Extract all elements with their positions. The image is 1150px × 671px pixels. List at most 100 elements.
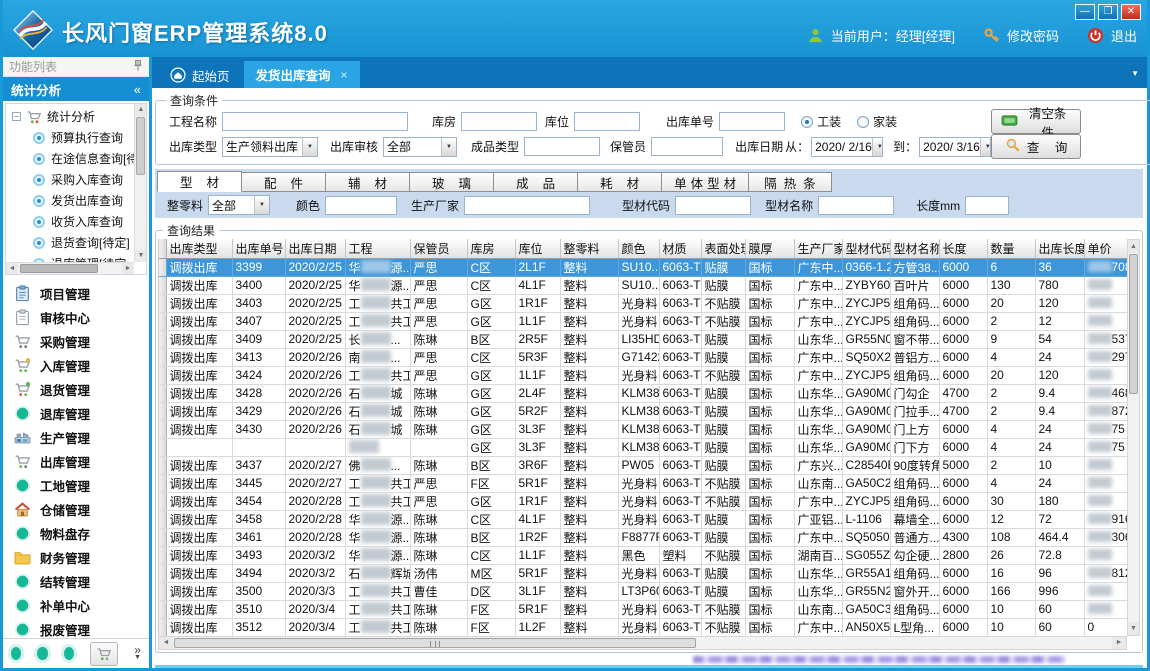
cell-出库类型[interactable]: 调拨出库: [166, 294, 232, 312]
cell-膜厚[interactable]: 国标: [745, 510, 794, 528]
cell-型材名称[interactable]: 组角码...: [890, 600, 939, 618]
cell-出库类型[interactable]: 调拨出库: [166, 456, 232, 474]
cell-工程[interactable]: 工共工程: [345, 312, 410, 330]
tab-shipping-outbound-query[interactable]: 发货出库查询 ×: [244, 61, 360, 88]
cell-出库类型[interactable]: 调拨出库: [166, 366, 232, 384]
cell-整零料[interactable]: 整料: [560, 600, 618, 618]
column-header-库位[interactable]: 库位: [515, 239, 560, 258]
whole-piece-select[interactable]: 全部 ▼: [208, 195, 270, 215]
cell-库房[interactable]: F区: [467, 618, 515, 636]
cell-库位[interactable]: 4L1F: [515, 276, 560, 294]
cell-表面处理[interactable]: 贴膜: [701, 258, 745, 276]
cell-单价[interactable]: [1084, 582, 1127, 600]
cell-生产厂家[interactable]: 山东南...: [794, 600, 842, 618]
cell-颜色[interactable]: F8877FT: [618, 528, 659, 546]
cell-库房[interactable]: C区: [467, 510, 515, 528]
cell-型材名称[interactable]: 门上方: [890, 420, 939, 438]
cell-库房[interactable]: C区: [467, 546, 515, 564]
cell-颜色[interactable]: KLM3817: [618, 384, 659, 402]
cell-膜厚[interactable]: 国标: [745, 546, 794, 564]
cell-整零料[interactable]: 整料: [560, 618, 618, 636]
cell-膜厚[interactable]: 国标: [745, 348, 794, 366]
cell-出库长度[interactable]: 9.4: [1035, 384, 1084, 402]
cell-出库日期[interactable]: 2020/2/25: [285, 258, 345, 276]
cell-工程[interactable]: 华源...: [345, 546, 410, 564]
sidebar-item-物料盘存[interactable]: 物料盘存: [3, 521, 149, 545]
cell-出库单号[interactable]: 3399: [232, 258, 285, 276]
cell-整零料[interactable]: 整料: [560, 492, 618, 510]
cell-表面处理[interactable]: 贴膜: [701, 384, 745, 402]
cell-表面处理[interactable]: 贴膜: [701, 402, 745, 420]
cell-出库日期[interactable]: 2020/3/2: [285, 546, 345, 564]
cell-整零料[interactable]: 整料: [560, 276, 618, 294]
scroll-up-icon[interactable]: ▲: [1128, 240, 1139, 253]
tab-home[interactable]: 起始页: [156, 62, 244, 88]
pin-icon[interactable]: [133, 60, 143, 74]
cell-型材名称[interactable]: 门下方: [890, 438, 939, 456]
cell-出库长度[interactable]: 24: [1035, 474, 1084, 492]
cell-型材名称[interactable]: 组角码...: [890, 294, 939, 312]
cell-出库日期[interactable]: 2020/2/28: [285, 528, 345, 546]
cell-整零料[interactable]: 整料: [560, 330, 618, 348]
cell-膜厚[interactable]: 国标: [745, 258, 794, 276]
cell-型材代码[interactable]: ZYCJP5...: [842, 366, 890, 384]
cell-数量[interactable]: 2: [987, 402, 1035, 420]
cell-型材代码[interactable]: GA90M07...: [842, 402, 890, 420]
material-tab-辅材[interactable]: 辅材: [326, 172, 410, 192]
cell-生产厂家[interactable]: 湖南百...: [794, 546, 842, 564]
table-row[interactable]: 调拨出库35002020/3/3工共工程曹佳D区3L1F整料LT3P606063…: [159, 582, 1127, 600]
cell-颜色[interactable]: 光身料: [618, 474, 659, 492]
cell-出库类型[interactable]: [166, 438, 232, 456]
cell-库房[interactable]: C区: [467, 276, 515, 294]
column-header-库房[interactable]: 库房: [467, 239, 515, 258]
material-tab-成品[interactable]: 成品: [494, 172, 578, 192]
cell-整零料[interactable]: 整料: [560, 402, 618, 420]
cell-保管员[interactable]: 陈琳: [410, 384, 467, 402]
cell-出库单号[interactable]: 3500: [232, 582, 285, 600]
cell-库位[interactable]: 3L3F: [515, 438, 560, 456]
cell-型材名称[interactable]: 窗外开...: [890, 582, 939, 600]
cell-库房[interactable]: G区: [467, 402, 515, 420]
cell-出库单号[interactable]: 3454: [232, 492, 285, 510]
cell-出库日期[interactable]: 2020/2/25: [285, 294, 345, 312]
cell-长度[interactable]: 6000: [939, 330, 987, 348]
table-row[interactable]: 调拨出库34452020/2/27工共工程严思F区5R1F整料光身料6063-T…: [159, 474, 1127, 492]
cell-工程[interactable]: 长...: [345, 330, 410, 348]
cell-保管员[interactable]: 陈琳: [410, 528, 467, 546]
cell-数量[interactable]: 4: [987, 420, 1035, 438]
cell-保管员[interactable]: 陈琳: [410, 420, 467, 438]
cell-材质[interactable]: 6063-T5: [659, 258, 701, 276]
cell-颜色[interactable]: 黑色: [618, 546, 659, 564]
row-header[interactable]: [159, 312, 166, 330]
cell-膜厚[interactable]: 国标: [745, 492, 794, 510]
cell-出库单号[interactable]: 3409: [232, 330, 285, 348]
cell-工程[interactable]: 工共工程: [345, 600, 410, 618]
table-row[interactable]: 调拨出库34292020/2/26石城陈琳G区5R2F整料KLM38176063…: [159, 402, 1127, 420]
grid-horizontal-scrollbar[interactable]: ◄ ►: [158, 636, 1127, 650]
tree-item[interactable]: 退货查询[待定]: [6, 232, 134, 253]
material-tab-配件[interactable]: 配件: [242, 172, 326, 192]
cell-生产厂家[interactable]: 山东华...: [794, 564, 842, 582]
cell-库位[interactable]: 5R3F: [515, 348, 560, 366]
cell-长度[interactable]: 6000: [939, 492, 987, 510]
row-header[interactable]: [159, 600, 166, 618]
cell-长度[interactable]: 6000: [939, 312, 987, 330]
cell-库房[interactable]: G区: [467, 492, 515, 510]
grid-vertical-scrollbar[interactable]: ▲ ▼: [1127, 239, 1140, 636]
row-header[interactable]: [159, 564, 166, 582]
cell-表面处理[interactable]: 贴膜: [701, 582, 745, 600]
cell-型材名称[interactable]: L型角...: [890, 618, 939, 636]
cell-表面处理[interactable]: 贴膜: [701, 348, 745, 366]
cell-库位[interactable]: 2R5F: [515, 330, 560, 348]
cell-工程[interactable]: 石城: [345, 402, 410, 420]
cell-出库长度[interactable]: 464.4: [1035, 528, 1084, 546]
outbound-type-select[interactable]: 生产领料出库 ▼: [222, 137, 318, 157]
cell-颜色[interactable]: LI35HD: [618, 330, 659, 348]
cell-出库长度[interactable]: 72: [1035, 510, 1084, 528]
cell-出库日期[interactable]: 2020/2/26: [285, 420, 345, 438]
cell-工程[interactable]: 工共工程: [345, 294, 410, 312]
cell-出库日期[interactable]: 2020/2/26: [285, 348, 345, 366]
cell-出库单号[interactable]: 3400: [232, 276, 285, 294]
cell-出库日期[interactable]: 2020/3/4: [285, 600, 345, 618]
cell-工程[interactable]: 工共工程: [345, 492, 410, 510]
